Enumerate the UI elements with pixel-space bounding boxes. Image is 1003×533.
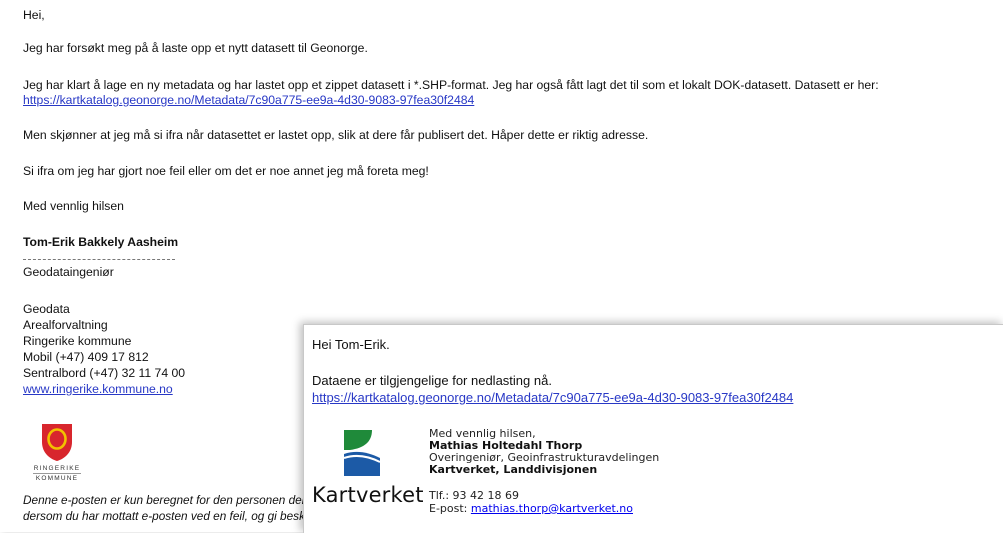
kartverket-logo-text: Kartverket [312, 483, 424, 507]
paragraph-3: Men skjønner at jeg må si ifra når datas… [23, 128, 649, 142]
sender-title: Geodataingeniør [23, 265, 114, 279]
organization: Ringerike kommune [23, 334, 132, 348]
reply-metadata-link[interactable]: https://kartkatalog.geonorge.no/Metadata… [312, 390, 793, 405]
kartverket-logo-icon [343, 430, 381, 476]
paragraph-2: Jeg har klart å lage en ny metadata og h… [23, 78, 879, 92]
mobile-number: Mobil (+47) 409 17 812 [23, 350, 149, 364]
greeting: Hei, [23, 8, 45, 22]
closing: Med vennlig hilsen [23, 199, 124, 213]
signature-email-line: E-post: mathias.thorp@kartverket.no [429, 503, 633, 515]
sender-name: Tom-Erik Bakkely Aasheim [23, 235, 179, 249]
signature-email-label: E-post: [429, 502, 471, 515]
email-message-reply: Hei Tom-Erik. Dataene er tilgjengelige f… [303, 324, 1003, 533]
signature-phone: Tlf.: 93 42 18 69 [429, 489, 520, 502]
reply-body: Dataene er tilgjengelige for nedlasting … [312, 373, 552, 388]
signature-division: Kartverket, Landdivisjonen [429, 463, 598, 476]
signature-divider [23, 259, 175, 260]
disclaimer-line-2: dersom du har mottatt e-posten ved en fe… [23, 509, 305, 523]
logo-text-ringerike: RINGERIKE [33, 465, 81, 472]
reply-greeting: Hei Tom-Erik. [312, 337, 390, 352]
metadata-link[interactable]: https://kartkatalog.geonorge.no/Metadata… [23, 93, 474, 107]
signature-email-link[interactable]: mathias.thorp@kartverket.no [471, 502, 633, 515]
paragraph-1: Jeg har forsøkt meg på å laste opp et ny… [23, 41, 368, 55]
disclaimer-line-1: Denne e-posten er kun beregnet for den p… [23, 493, 306, 507]
department-1: Geodata [23, 302, 70, 316]
paragraph-4: Si ifra om jeg har gjort noe feil eller … [23, 164, 429, 178]
logo-text-kommune: KOMMUNE [35, 475, 79, 482]
ringerike-crest-icon [42, 424, 72, 461]
logo-divider [33, 473, 81, 474]
switchboard-number: Sentralbord (+47) 32 11 74 00 [23, 366, 186, 380]
website-link[interactable]: www.ringerike.kommune.no [23, 382, 173, 396]
department-2: Arealforvaltning [23, 318, 108, 332]
